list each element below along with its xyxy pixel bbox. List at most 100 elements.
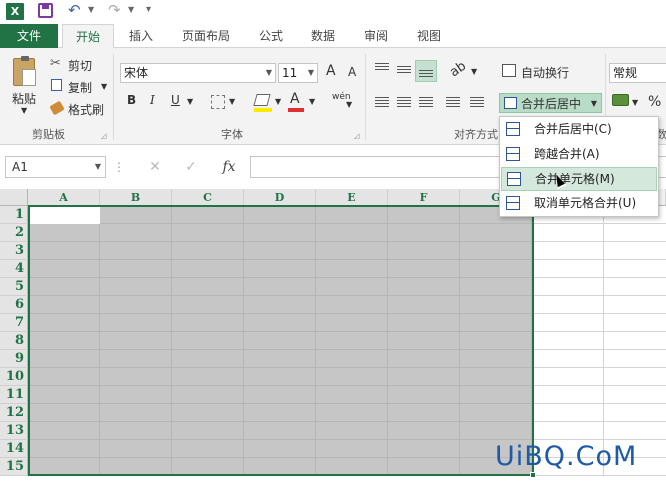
row-header[interactable]: 10 <box>0 368 28 386</box>
tab-file[interactable]: 文件 <box>0 24 58 48</box>
row-header[interactable]: 14 <box>0 440 28 458</box>
cut-button[interactable]: 剪切 <box>68 57 92 74</box>
column-header-e[interactable]: E <box>316 189 388 206</box>
alignment-group-label: 对齐方式 <box>454 128 498 141</box>
menu-item-unmerge[interactable]: 取消单元格合并(U) <box>501 192 657 216</box>
row-header[interactable]: 13 <box>0 422 28 440</box>
name-box[interactable]: A1 ▼ <box>5 156 106 178</box>
merge-center-button[interactable]: 合并后居中 ▼ <box>499 93 602 113</box>
cancel-button[interactable]: ✕ <box>142 156 168 178</box>
row-header[interactable]: 4 <box>0 260 28 278</box>
align-top-icon[interactable] <box>375 63 389 72</box>
column-header-b[interactable]: B <box>100 189 172 206</box>
format-painter-button[interactable]: 格式刷 <box>68 101 104 118</box>
increase-indent-icon[interactable] <box>470 97 484 109</box>
tab-data[interactable]: 数据 <box>300 24 346 48</box>
align-middle-icon[interactable] <box>397 66 411 75</box>
tab-review[interactable]: 审阅 <box>353 24 399 48</box>
fill-color-icon[interactable] <box>253 94 271 106</box>
excel-logo-icon: X <box>6 3 24 20</box>
font-size-value: 11 <box>282 66 298 80</box>
row-header[interactable]: 1 <box>0 206 28 224</box>
name-box-value: A1 <box>12 160 28 174</box>
tab-formulas[interactable]: 公式 <box>248 24 294 48</box>
merge-across-icon <box>506 147 520 161</box>
align-left-icon[interactable] <box>375 97 389 109</box>
row-header[interactable]: 15 <box>0 458 28 476</box>
bold-button[interactable]: B <box>127 93 136 107</box>
phonetic-dropdown-icon[interactable]: ▼ <box>346 100 352 109</box>
orientation-icon[interactable]: ab <box>447 59 469 81</box>
currency-icon[interactable] <box>612 94 629 106</box>
align-center-icon[interactable] <box>397 97 411 109</box>
row-header[interactable]: 8 <box>0 332 28 350</box>
customize-qat-icon[interactable]: ▾ <box>146 4 151 15</box>
align-bottom-button[interactable] <box>415 60 437 82</box>
format-painter-icon <box>49 100 65 116</box>
wrap-text-button[interactable]: 自动换行 <box>521 64 569 81</box>
row-header[interactable]: 2 <box>0 224 28 242</box>
tab-insert[interactable]: 插入 <box>118 24 164 48</box>
paste-button[interactable]: 粘贴 <box>12 90 36 107</box>
fill-color-dropdown-icon[interactable]: ▼ <box>275 97 281 106</box>
copy-dropdown-icon[interactable]: ▼ <box>101 82 107 91</box>
row-header[interactable]: 12 <box>0 404 28 422</box>
chevron-down-icon: ▼ <box>94 162 101 171</box>
row-header[interactable]: 11 <box>0 386 28 404</box>
insert-function-button[interactable]: fx <box>216 156 242 178</box>
row-header[interactable]: 5 <box>0 278 28 296</box>
row-header[interactable]: 7 <box>0 314 28 332</box>
row-header[interactable]: 6 <box>0 296 28 314</box>
row-header[interactable]: 3 <box>0 242 28 260</box>
italic-button[interactable]: I <box>150 93 155 107</box>
row-header[interactable]: 9 <box>0 350 28 368</box>
border-dropdown-icon[interactable]: ▼ <box>229 97 235 106</box>
redo-icon[interactable]: ↷ <box>108 1 121 19</box>
shrink-font-button[interactable]: A <box>348 65 356 79</box>
undo-dropdown-icon[interactable]: ▼ <box>88 5 94 14</box>
currency-dropdown-icon[interactable]: ▼ <box>632 98 638 107</box>
paste-dropdown-icon[interactable]: ▼ <box>21 106 27 115</box>
chevron-down-icon: ▼ <box>265 68 272 77</box>
chevron-down-icon: ▼ <box>307 68 314 77</box>
percent-button[interactable]: % <box>648 94 661 110</box>
menu-item-merge-across[interactable]: 跨越合并(A) <box>501 143 657 167</box>
font-color-button[interactable]: A <box>290 91 300 107</box>
font-dialog-launcher-icon[interactable]: ◿ <box>354 132 359 140</box>
orientation-dropdown-icon[interactable]: ▼ <box>471 67 477 76</box>
column-header-d[interactable]: D <box>244 189 316 206</box>
tab-view[interactable]: 视图 <box>406 24 452 48</box>
column-header-f[interactable]: F <box>388 189 460 206</box>
ribbon-tabs: 文件 开始 插入 页面布局 公式 数据 审阅 视图 <box>0 24 666 49</box>
number-format-select[interactable]: 常规 <box>609 63 666 83</box>
select-all-corner[interactable] <box>0 189 28 206</box>
align-right-icon[interactable] <box>419 97 433 109</box>
paste-icon[interactable] <box>13 56 36 86</box>
tab-page-layout[interactable]: 页面布局 <box>170 24 242 48</box>
chevron-down-icon: ▼ <box>590 99 597 108</box>
column-header-a[interactable]: A <box>28 189 100 206</box>
formula-bar-grip-icon: ⋮ <box>113 160 125 174</box>
merge-center-label: 合并后居中 <box>521 97 582 111</box>
font-name-select[interactable]: 宋体 ▼ <box>120 63 276 83</box>
font-name-value: 宋体 <box>124 66 149 80</box>
underline-dropdown-icon[interactable]: ▼ <box>187 97 193 106</box>
tab-home[interactable]: 开始 <box>62 24 114 49</box>
enter-button[interactable]: ✓ <box>178 156 204 178</box>
column-header-c[interactable]: C <box>172 189 244 206</box>
copy-button[interactable]: 复制 <box>68 79 92 96</box>
menu-item-merge-cells[interactable]: 合并单元格(M) <box>501 167 657 191</box>
border-icon[interactable] <box>211 95 225 109</box>
font-color-dropdown-icon[interactable]: ▼ <box>309 97 315 106</box>
decrease-indent-icon[interactable] <box>446 97 460 109</box>
font-size-select[interactable]: 11 ▼ <box>278 63 318 83</box>
fill-handle[interactable] <box>530 472 536 478</box>
menu-item-merge-center[interactable]: 合并后居中(C) <box>501 118 657 142</box>
clipboard-dialog-launcher-icon[interactable]: ◿ <box>101 132 106 140</box>
redo-dropdown-icon[interactable]: ▼ <box>128 5 134 14</box>
undo-icon[interactable]: ↶ <box>68 1 81 19</box>
save-icon[interactable] <box>38 3 53 18</box>
grow-font-button[interactable]: A <box>326 63 336 79</box>
menu-item-label: 取消单元格合并(U) <box>534 196 637 210</box>
underline-button[interactable]: U <box>171 93 180 107</box>
